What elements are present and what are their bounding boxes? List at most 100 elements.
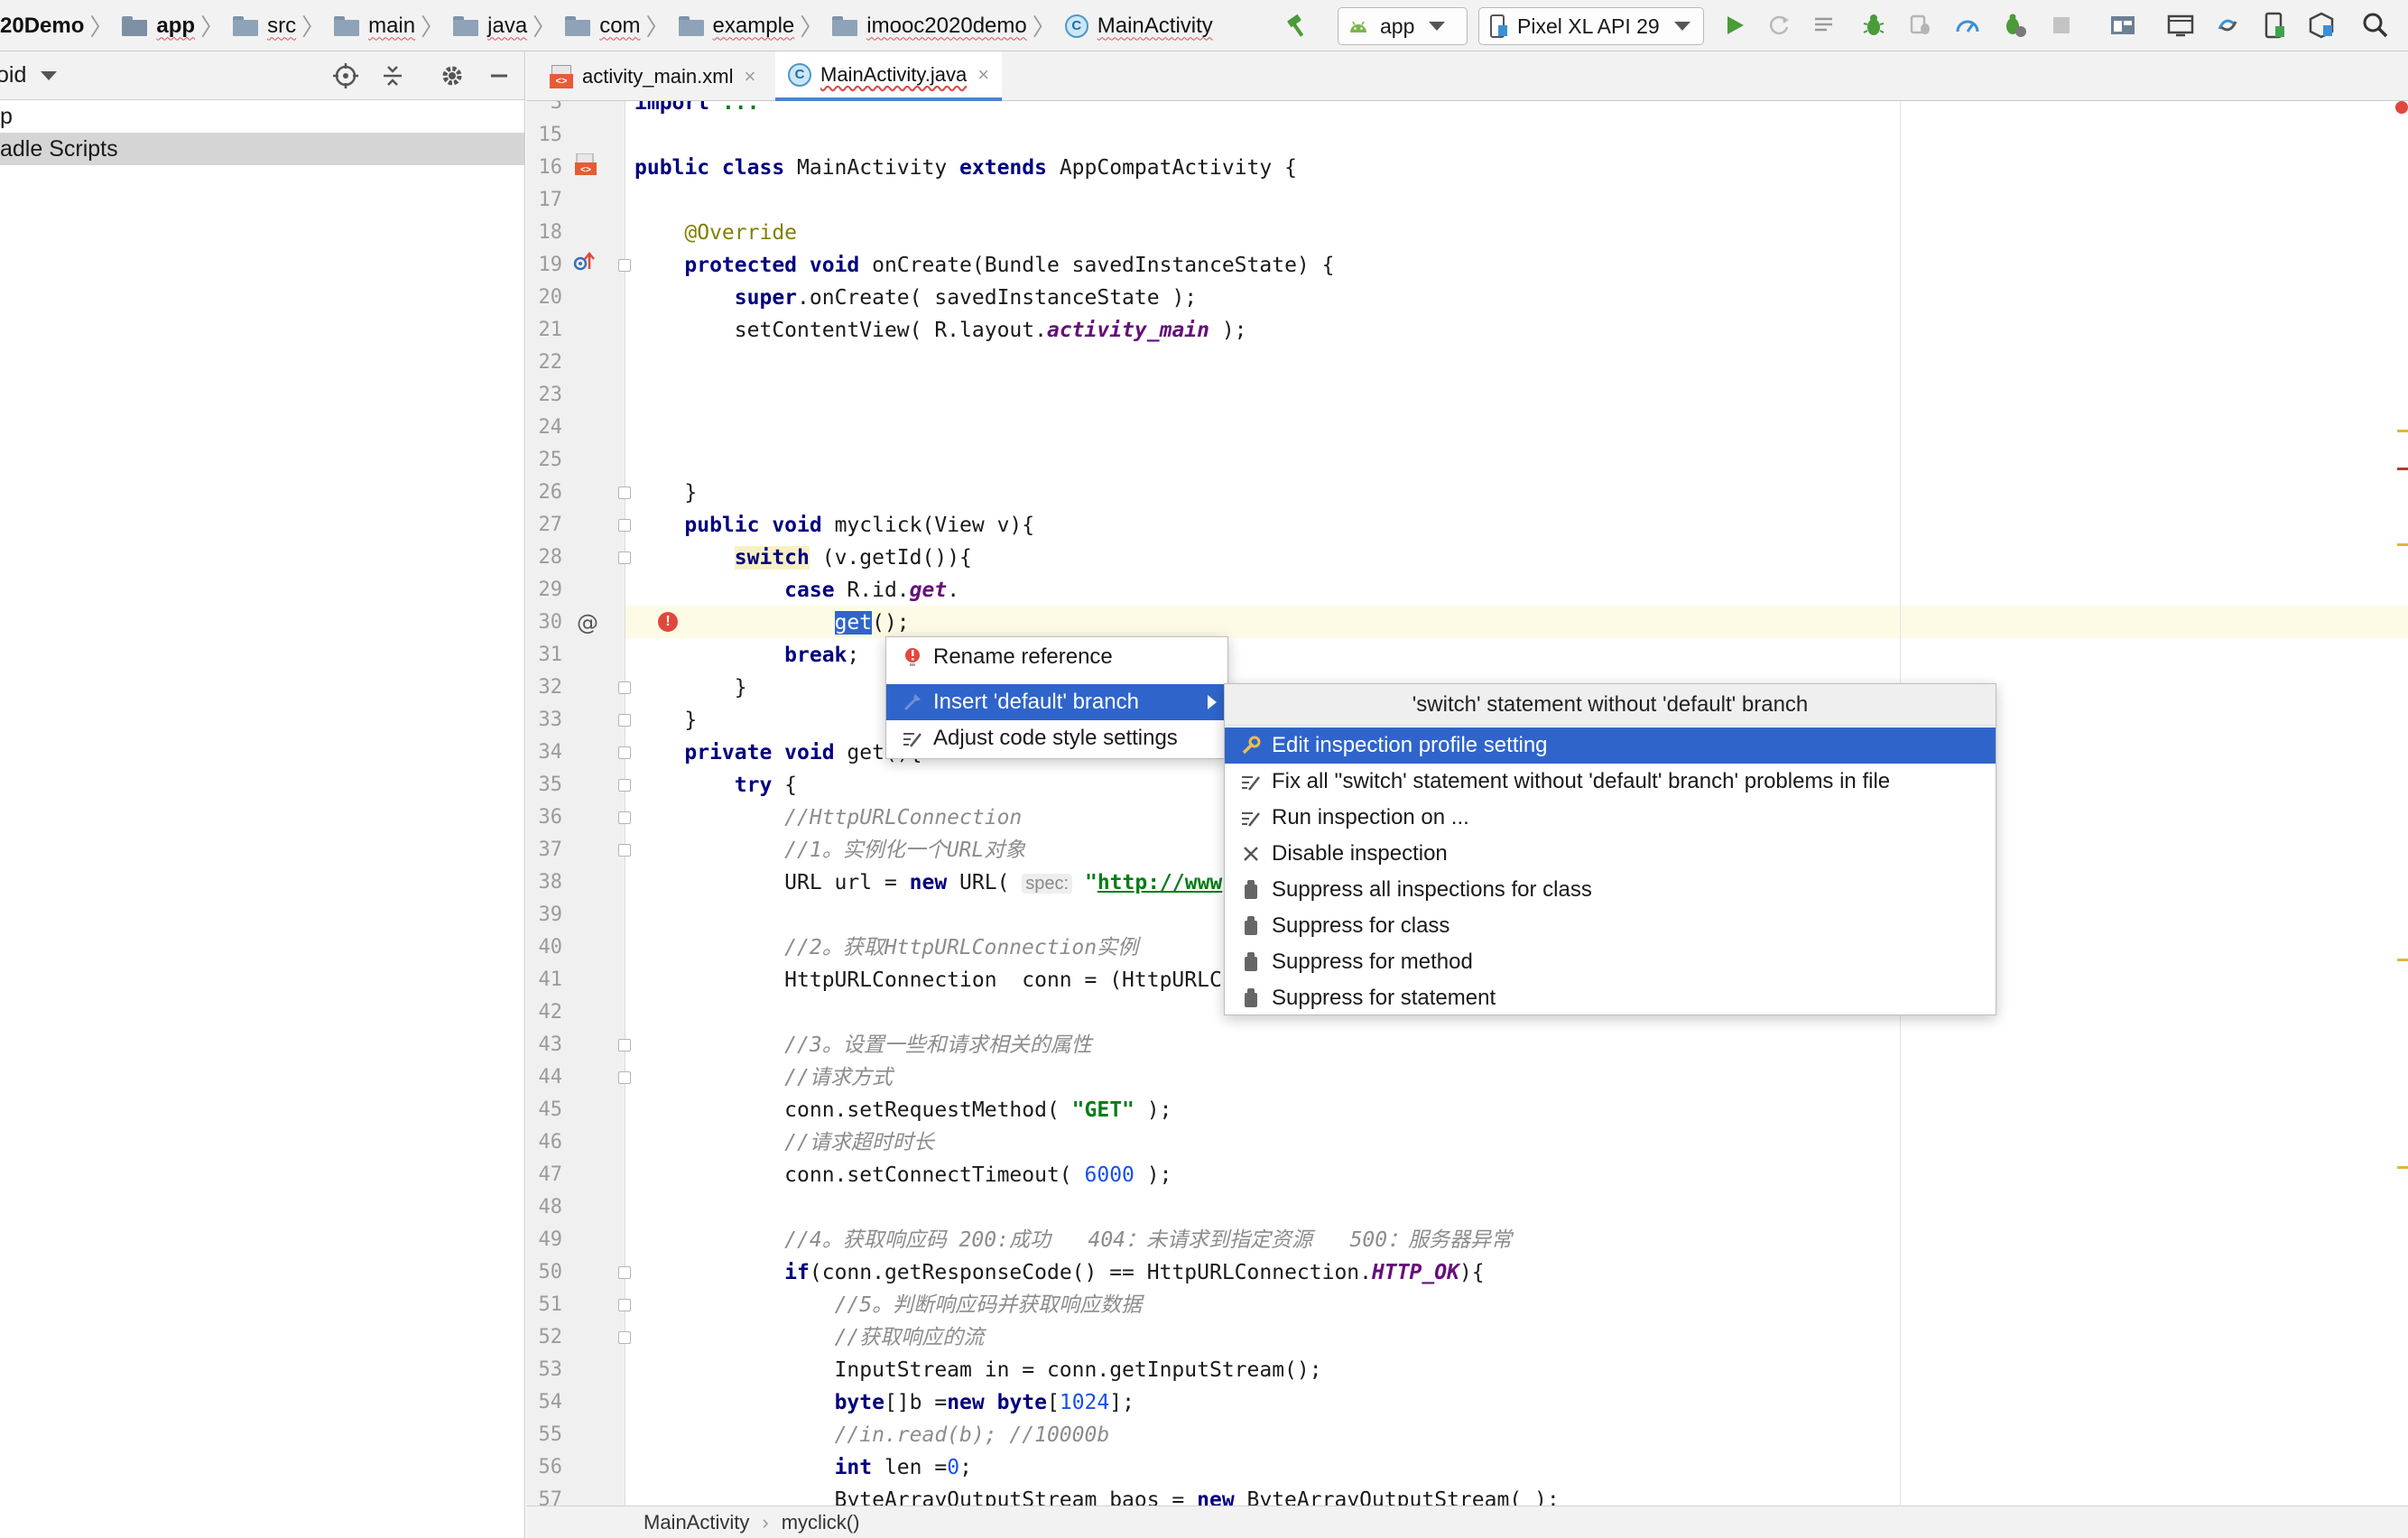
code-line[interactable]: 31 break; (526, 639, 2408, 672)
debug-icon[interactable] (1857, 9, 1890, 42)
attach-process-icon[interactable] (1998, 9, 2031, 42)
error-indicator-icon[interactable] (2395, 101, 2408, 114)
warning-marker[interactable] (2397, 543, 2408, 546)
code-breadcrumb-class[interactable]: MainActivity (644, 1511, 749, 1534)
fold-marker-icon[interactable] (618, 714, 631, 727)
warning-marker[interactable] (2397, 430, 2408, 432)
submenu-suppress-for-method[interactable]: Suppress for method (1225, 944, 1996, 980)
code-breadcrumb-method[interactable]: myclick() (782, 1511, 860, 1534)
intention-insert-default-branch[interactable]: Insert 'default' branch (886, 684, 1227, 720)
code-line[interactable]: 45 conn.setRequestMethod( "GET" ); (526, 1094, 2408, 1126)
intention-rename-reference[interactable]: Rename reference (886, 639, 1227, 675)
code-line[interactable]: 21 setContentView( R.layout.activity_mai… (526, 314, 2408, 347)
code-line[interactable]: 3 import ... (526, 101, 2408, 119)
breadcrumb-example[interactable]: example 〉 (678, 0, 833, 51)
error-stripe[interactable] (2395, 101, 2408, 1506)
breadcrumb-com[interactable]: com 〉 (565, 0, 678, 51)
breadcrumb-project[interactable]: 20Demo 〉 (0, 0, 122, 51)
sdk-manager-icon[interactable] (2305, 9, 2338, 42)
fold-marker-icon[interactable] (618, 1266, 631, 1279)
submenu-suppress-all-for-class[interactable]: Suppress all inspections for class (1225, 872, 1996, 908)
code-line[interactable]: 54 byte[]b =new byte[1024]; (526, 1386, 2408, 1419)
fold-marker-icon[interactable] (618, 1039, 631, 1052)
code-line[interactable]: 50 if(conn.getResponseCode() == HttpURLC… (526, 1256, 2408, 1289)
fold-marker-icon[interactable] (618, 486, 631, 499)
code-line[interactable]: 49 //4。获取响应码 200:成功 404：未请求到指定资源 500：服务器… (526, 1224, 2408, 1256)
search-icon[interactable] (2359, 9, 2392, 42)
warning-marker[interactable] (2397, 959, 2408, 961)
breadcrumb-app[interactable]: app 〉 (122, 0, 233, 51)
fold-marker-icon[interactable] (618, 844, 631, 857)
code-line[interactable]: 26 } (526, 477, 2408, 509)
tab-activity-main-xml[interactable]: activity_main.xml × (537, 51, 768, 101)
apply-changes-icon[interactable] (1764, 9, 1796, 42)
code-line[interactable]: 20 super.onCreate( savedInstanceState ); (526, 282, 2408, 314)
fold-marker-icon[interactable] (618, 811, 631, 824)
run-icon[interactable] (1718, 9, 1751, 42)
tree-item-app[interactable]: p (0, 100, 524, 133)
code-line[interactable]: 55 //in.read(b); //10000b (526, 1419, 2408, 1451)
locate-icon[interactable] (330, 60, 361, 91)
at-sign-icon[interactable]: @ (577, 610, 598, 635)
intention-adjust-code-style[interactable]: Adjust code style settings (886, 720, 1227, 756)
breadcrumb-src[interactable]: src 〉 (233, 0, 334, 51)
submenu-suppress-for-class[interactable]: Suppress for class (1225, 908, 1996, 944)
fold-marker-icon[interactable] (618, 1331, 631, 1344)
code-line[interactable]: 24 (526, 412, 2408, 444)
breadcrumb-java[interactable]: java 〉 (453, 0, 565, 51)
collapse-all-icon[interactable] (377, 60, 408, 91)
run-config-select[interactable]: app (1338, 7, 1468, 45)
submenu-edit-inspection-profile[interactable]: Edit inspection profile setting (1225, 727, 1996, 764)
code-line[interactable]: 23 (526, 379, 2408, 412)
override-icon[interactable] (571, 251, 595, 274)
error-bulb-icon[interactable]: ! (658, 612, 678, 632)
gear-icon[interactable] (437, 60, 468, 91)
code-line[interactable]: 29 case R.id.get. (526, 574, 2408, 607)
fold-marker-icon[interactable] (618, 1071, 631, 1084)
code-line[interactable]: 28 switch (v.getId()){ (526, 542, 2408, 574)
submenu-suppress-for-statement[interactable]: Suppress for statement (1225, 980, 1996, 1016)
error-marker[interactable] (2397, 468, 2408, 470)
avd-manager-icon[interactable] (2258, 9, 2291, 42)
fold-marker-icon[interactable] (618, 746, 631, 759)
submenu-disable-inspection[interactable]: Disable inspection (1225, 836, 1996, 872)
code-line[interactable]: 15 (526, 119, 2408, 152)
minimize-icon[interactable] (484, 60, 514, 91)
code-line[interactable]: 22 (526, 347, 2408, 379)
close-icon[interactable]: × (977, 63, 989, 87)
code-line[interactable]: 46 //请求超时时长 (526, 1126, 2408, 1159)
breadcrumb-mainactivity[interactable]: C MainActivity (1064, 0, 1213, 51)
code-line[interactable]: 53 InputStream in = conn.getInputStream(… (526, 1354, 2408, 1386)
device-select[interactable]: Pixel XL API 29 (1478, 7, 1704, 45)
tree-item-gradle-scripts[interactable]: adle Scripts (0, 133, 524, 165)
code-line[interactable]: 16 public class MainActivity extends AppC… (526, 152, 2408, 184)
sync-gradle-icon[interactable] (2211, 9, 2244, 42)
code-line[interactable]: 17 (526, 184, 2408, 217)
hammer-icon[interactable] (1282, 9, 1314, 42)
code-line[interactable]: 18 @Override (526, 217, 2408, 249)
fold-marker-icon[interactable] (618, 681, 631, 694)
code-line[interactable]: 51 //5。判断响应码并获取响应数据 (526, 1289, 2408, 1321)
breadcrumb-main[interactable]: main 〉 (334, 0, 453, 51)
fold-marker-icon[interactable] (618, 551, 631, 564)
code-line[interactable]: 57 ByteArrayOutputStream baos = new Byte… (526, 1484, 2408, 1506)
submenu-run-inspection[interactable]: Run inspection on ... (1225, 800, 1996, 836)
tab-mainactivity-java[interactable]: C MainActivity.java × (775, 51, 1003, 101)
breadcrumb-imooc2020demo[interactable]: imooc2020demo 〉 (832, 0, 1064, 51)
code-line[interactable]: 19 protected void onCreate(Bundle savedI… (526, 249, 2408, 282)
project-view-select[interactable]: oid (0, 62, 58, 88)
code-line[interactable]: 52 //获取响应的流 (526, 1321, 2408, 1354)
attach-debugger-icon[interactable] (1904, 9, 1937, 42)
code-line[interactable]: 30 get(); (526, 607, 2408, 639)
fold-marker-icon[interactable] (618, 1299, 631, 1311)
fold-marker-icon[interactable] (618, 259, 631, 272)
implemented-layout-icon[interactable]: <> (573, 153, 598, 177)
code-line[interactable]: 56 int len =0; (526, 1451, 2408, 1484)
apply-code-changes-icon[interactable] (1809, 9, 1841, 42)
project-structure-icon[interactable] (2107, 9, 2139, 42)
code-line[interactable]: 27 public void myclick(View v){ (526, 509, 2408, 542)
code-line[interactable]: 25 (526, 444, 2408, 477)
fold-marker-icon[interactable] (618, 519, 631, 532)
fold-marker-icon[interactable] (618, 779, 631, 792)
code-line[interactable]: 47 conn.setConnectTimeout( 6000 ); (526, 1159, 2408, 1191)
